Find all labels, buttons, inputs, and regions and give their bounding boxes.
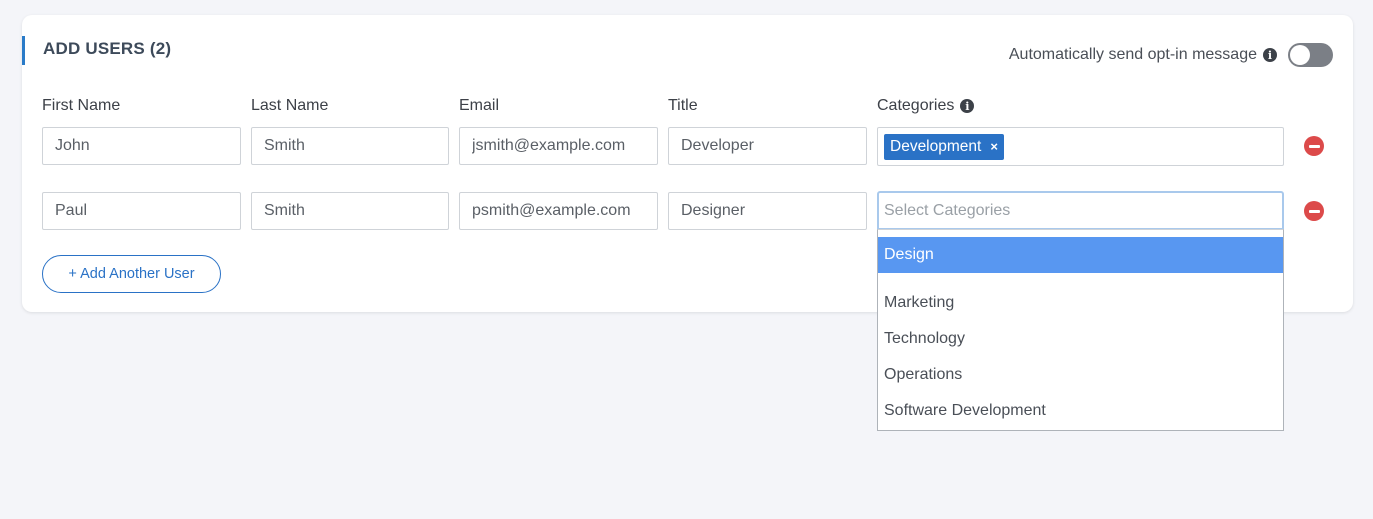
dropdown-option-operations[interactable]: Operations [878,357,1283,393]
column-label-email: Email [459,97,500,114]
info-icon[interactable]: i [960,99,975,113]
minus-circle-icon [1308,209,1320,213]
card-title: ADD USERS (2) [43,39,172,58]
categories-input[interactable]: Development × [877,127,1284,166]
category-tag: Development × [884,133,1004,160]
dropdown-option-software-development[interactable]: Software Development [878,393,1283,429]
column-label-title: Title [668,97,698,114]
dropdown-option-marketing[interactable]: Marketing [878,285,1283,321]
close-icon[interactable]: × [990,139,998,154]
minus-circle-icon [1308,144,1320,148]
column-label-first-name: First Name [42,97,121,114]
first-name-input[interactable] [42,127,241,165]
add-another-user-button[interactable]: + Add Another User [42,255,221,293]
column-label-categories-text: Categories [877,97,955,114]
email-input[interactable] [459,192,658,230]
last-name-input[interactable] [251,127,449,165]
column-label-last-name: Last Name [251,97,329,114]
remove-user-button[interactable] [1304,136,1324,156]
last-name-input[interactable] [251,192,449,230]
email-input[interactable] [459,127,658,165]
first-name-input[interactable] [42,192,241,230]
optin-toggle[interactable] [1288,43,1333,67]
categories-placeholder: Select Categories [884,201,1011,219]
remove-user-button[interactable] [1304,201,1324,221]
categories-dropdown: Design Marketing Technology Operations S… [877,229,1284,431]
info-icon[interactable]: i [1263,48,1277,62]
title-input[interactable] [668,192,867,230]
column-label-categories: Categories i [877,97,975,115]
category-tag-label: Development [890,137,982,155]
optin-setting: Automatically send opt-in message i [1009,43,1333,67]
dropdown-option-technology[interactable]: Technology [878,321,1283,357]
title-accent-bar [22,36,25,65]
title-input[interactable] [668,127,867,165]
optin-label: Automatically send opt-in message [1008,46,1257,63]
toggle-knob [1290,45,1310,65]
dropdown-option-design[interactable]: Design [878,237,1283,273]
categories-input[interactable]: Select Categories [877,191,1284,230]
